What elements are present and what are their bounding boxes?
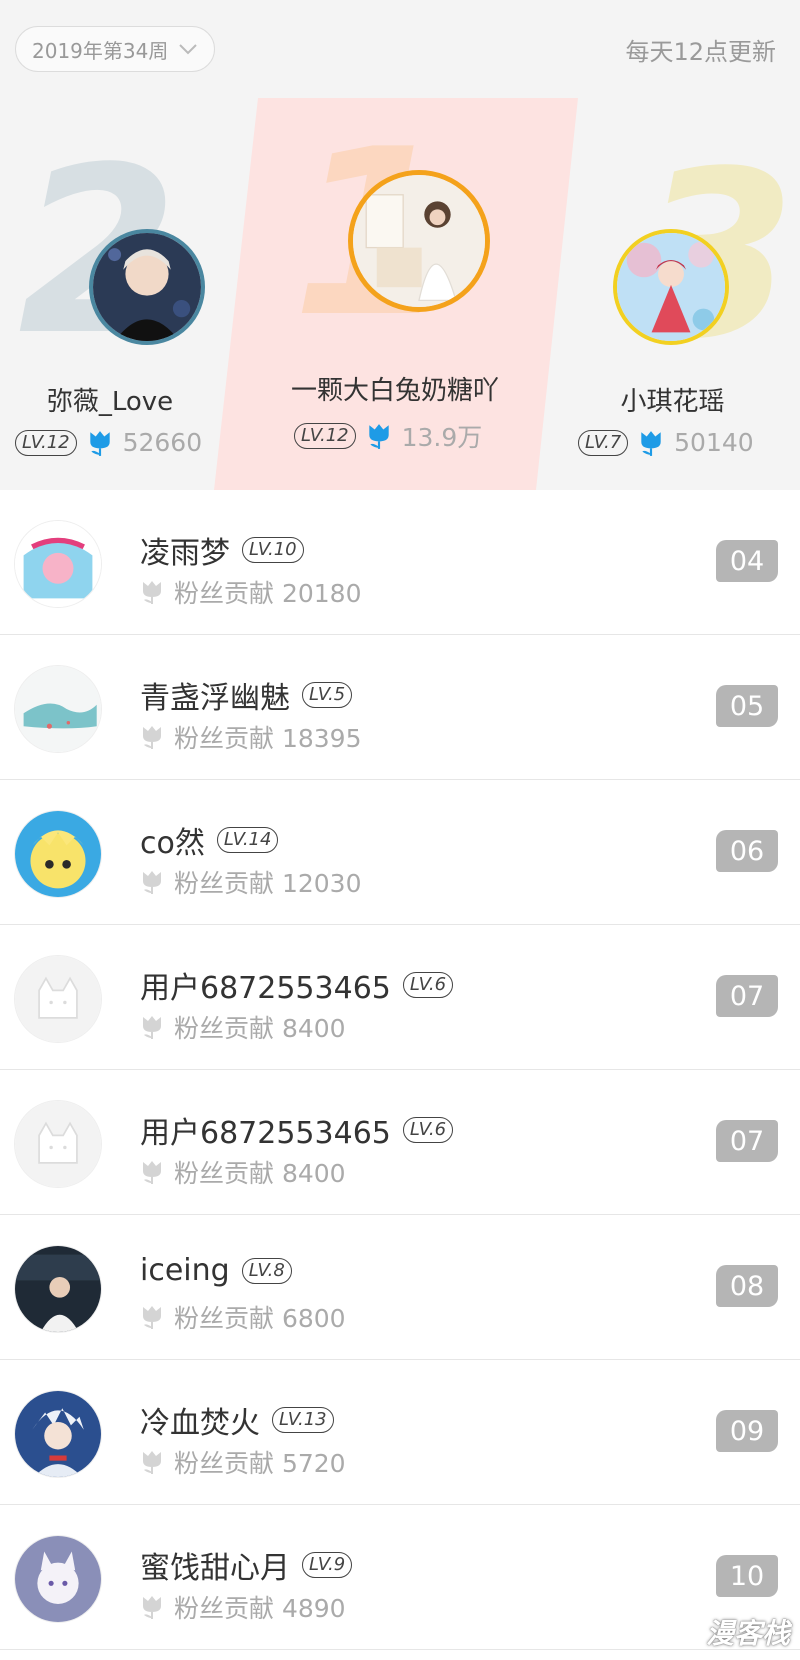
podium-count: 13.9万 [401,423,483,452]
avatar-rank-1[interactable] [348,170,490,312]
avatar-rank-3[interactable] [613,229,729,345]
flower-icon [140,1014,164,1040]
level-badge: LV.13 [272,1407,334,1433]
level-badge: LV.14 [216,827,279,853]
level-badge: LV.5 [302,682,353,708]
rank-badge: 09 [716,1410,778,1452]
update-note: 每天12点更新 [625,38,776,66]
list-item[interactable]: 冷血焚火 LV.13 粉丝贡献 5720 09 [0,1360,800,1505]
fan-contribution: 粉丝贡献 8400 [174,1014,346,1043]
chevron-down-icon [179,44,198,55]
flower-icon [140,1594,164,1620]
fan-contribution: 粉丝贡献 4890 [174,1594,346,1623]
podium-stats-3: LV.7 50140 [578,428,754,457]
level-badge: LV.8 [241,1257,292,1284]
level-badge: LV.9 [302,1552,353,1578]
user-name[interactable]: 用户6872553465 [140,963,391,1007]
fan-contribution: 粉丝贡献 18395 [174,724,362,753]
flower-icon [140,1304,164,1330]
avatar[interactable] [14,810,102,898]
avatar-rank-2[interactable] [89,229,205,345]
flower-icon [140,1159,164,1185]
list-item[interactable]: co然 LV.14 粉丝贡献 12030 06 [0,780,800,925]
watermark-logo: 漫客栈 [705,1617,790,1650]
avatar[interactable] [14,955,102,1043]
user-name[interactable]: iceing [140,1253,230,1288]
user-name[interactable]: co然 [140,818,205,862]
avatar[interactable] [14,1245,102,1333]
flower-icon [366,422,392,450]
rank-badge: 07 [716,1120,778,1162]
rank-badge: 08 [716,1265,778,1307]
week-label: 2019年第34周 [32,38,169,63]
week-selector[interactable]: 2019年第34周 [15,26,216,72]
fan-contribution: 粉丝贡献 20180 [174,579,362,608]
fan-contribution: 粉丝贡献 8400 [174,1159,346,1188]
podium-stats-1: LV.12 13.9万 [294,418,482,454]
rank-badge: 07 [716,975,778,1017]
flower-icon [140,869,164,895]
fan-contribution: 粉丝贡献 12030 [174,869,362,898]
avatar[interactable] [14,1100,102,1188]
level-badge: LV.6 [402,1117,454,1143]
avatar[interactable] [14,1535,102,1623]
podium-count: 52660 [122,428,203,457]
list-item[interactable]: 蜜饯甜心月 LV.9 粉丝贡献 4890 10 [0,1505,800,1650]
avatar[interactable] [14,1390,102,1478]
top-three-podium: 2 1 3 [0,98,800,490]
level-badge: LV.12 [15,429,77,456]
avatar[interactable] [14,665,102,753]
rank-badge: 10 [716,1555,778,1597]
fan-contribution: 粉丝贡献 5720 [174,1449,346,1478]
list-item[interactable]: 凌雨梦 LV.10 粉丝贡献 20180 04 [0,490,800,635]
list-item[interactable]: 青盏浮幽魅 LV.5 粉丝贡献 18395 05 [0,635,800,780]
flower-icon [87,429,113,457]
podium-name-2[interactable]: 弥薇_Love [0,381,220,418]
level-badge: LV.7 [578,429,629,456]
user-name[interactable]: 蜜饯甜心月 [140,1543,290,1587]
podium-count: 50140 [674,428,754,457]
flower-icon [140,1449,164,1475]
ranking-list: 凌雨梦 LV.10 粉丝贡献 20180 04 青盏浮幽魅 LV.5 粉丝贡献 … [0,490,800,1650]
podium-name-3[interactable]: 小琪花瑶 [580,381,765,418]
rank-badge: 04 [716,540,778,582]
list-item[interactable]: 用户6872553465 LV.6 粉丝贡献 8400 07 [0,925,800,1070]
user-name[interactable]: 凌雨梦 [140,528,230,572]
podium-name-1[interactable]: 一颗大白兔奶糖吖 [270,370,520,407]
level-badge: LV.6 [402,972,454,998]
flower-icon [638,429,664,457]
user-name[interactable]: 用户6872553465 [140,1108,391,1152]
header: 2019年第34周 每天12点更新 [0,0,800,98]
avatar[interactable] [14,520,102,608]
user-name[interactable]: 青盏浮幽魅 [140,673,290,717]
flower-icon [140,579,164,605]
fan-contribution: 粉丝贡献 6800 [174,1304,346,1333]
flower-icon [140,724,164,750]
rank-badge: 05 [716,685,778,727]
level-badge: LV.12 [294,423,356,449]
list-item[interactable]: iceing LV.8 粉丝贡献 6800 08 [0,1215,800,1360]
list-item[interactable]: 用户6872553465 LV.6 粉丝贡献 8400 07 [0,1070,800,1215]
level-badge: LV.10 [242,537,304,563]
rank-badge: 06 [716,830,778,872]
user-name[interactable]: 冷血焚火 [140,1398,260,1442]
podium-stats-2: LV.12 52660 [15,428,202,457]
